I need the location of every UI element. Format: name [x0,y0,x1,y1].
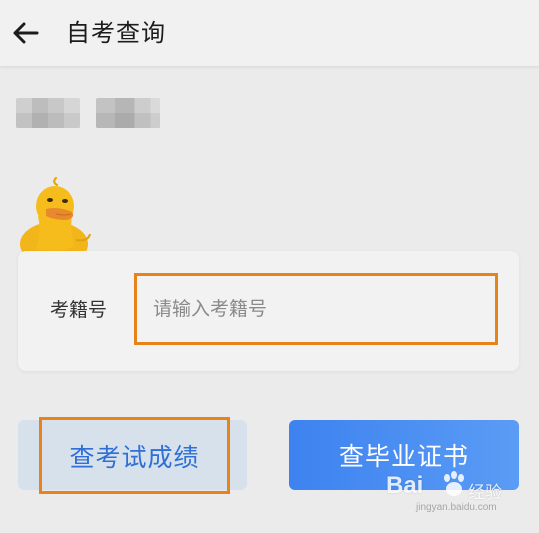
search-card: 考籍号 [18,251,519,371]
back-button[interactable] [10,17,42,49]
watermark-sub: 经验 [468,483,502,503]
query-score-label[interactable]: 查考试成绩 [39,417,230,494]
exam-number-input-frame [134,273,498,345]
arrow-left-icon [13,22,39,44]
page-title: 自考查询 [66,19,166,47]
app-bar: 自考查询 [0,0,539,67]
watermark-url: jingyan.baidu.com [416,502,497,513]
baidu-jingyan-watermark: Bai 经验 jingyan.baidu.com [386,468,536,518]
blurred-info-1 [16,98,80,128]
exam-number-label: 考籍号 [50,299,108,321]
watermark-brand: Bai [386,472,424,499]
exam-number-input[interactable] [151,297,495,321]
blurred-info-2 [96,98,160,128]
paw-icon [444,471,464,496]
